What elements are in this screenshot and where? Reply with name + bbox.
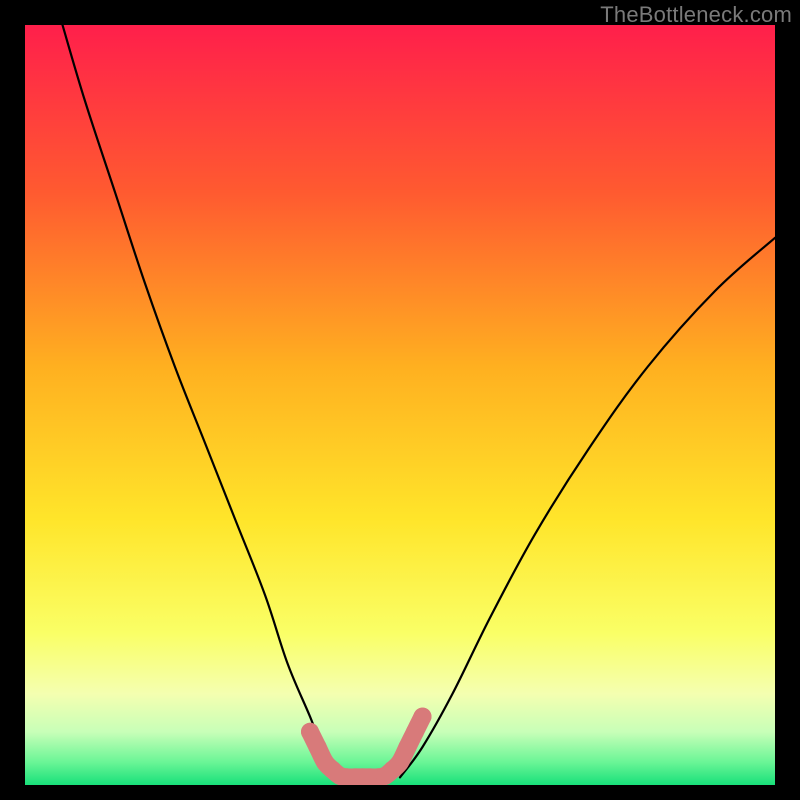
bottleneck-marker-dot (414, 708, 432, 726)
watermark-text: TheBottleneck.com (600, 2, 792, 28)
bottleneck-chart-svg (25, 25, 775, 785)
gradient-background (25, 25, 775, 785)
chart-frame (25, 25, 775, 785)
